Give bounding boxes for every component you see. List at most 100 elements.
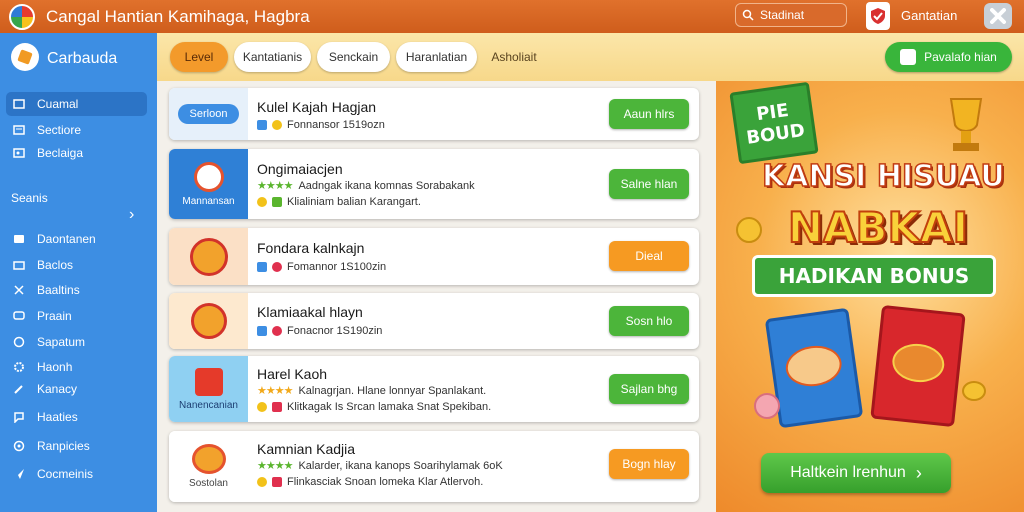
badge-icon [190,303,227,339]
card-thumbnail: Mannansan [169,149,248,219]
card-action-button[interactable]: Sosn hlo [609,306,689,336]
sidebar-item-haonh[interactable]: Haonh [6,355,147,379]
card-action-button[interactable]: Bogn hlay [609,449,689,479]
card-action-button[interactable]: Aaun hlrs [609,99,689,129]
card-meta: Fonnansor 1519ozn [257,119,385,131]
badge-icon [193,161,224,192]
sidebar-item-daontanen[interactable]: Daontanen [6,227,147,251]
tag-icon [272,477,282,487]
sidebar-item-baclos[interactable]: Baclos [6,253,147,277]
box-icon [13,336,25,348]
sidebar-section-label: Seanis [11,191,48,205]
card-action-button[interactable]: Sajlan bhg [609,374,689,404]
snack-bag-icon [870,304,966,428]
promo-cta-button[interactable]: Haltkein lrenhun › [761,453,951,493]
search-input[interactable] [760,8,840,22]
sidebar-item-label: Kanacy [37,382,78,396]
card-meta-text: Kalarder, ikana kanops Soarihylamak 6oK [298,459,503,472]
promo-top-label: Pavalafo hian [924,50,997,64]
thumb-pill: Serloon [177,104,240,124]
card-meta-text: Fomannor 1S100zin [287,261,387,273]
filter-chip-senckain[interactable]: Senckain [317,42,390,72]
sidebar-item-cuamal[interactable]: Cuamal [6,92,147,116]
card-thumbnail [169,293,248,349]
card-thumbnail [169,228,248,285]
sidebar-item-label: Haaties [37,410,78,424]
pencil-icon [14,385,23,394]
filter-link-asholiait[interactable]: Asholiait [483,42,545,72]
tools-icon [14,285,24,295]
card-icon [14,235,24,243]
card-meta-text: Kalnagrjan. Hlane lonnyar Spanlakant. [298,384,487,397]
filter-chip-kantatianis[interactable]: Kantatianis [234,42,311,72]
card-meta-2: Klialiniam balian Karangart. [257,196,421,208]
sidebar-item-label: Baaltins [37,283,80,297]
promo-arch-text: KANSI HISUAU [761,158,1005,195]
sidebar-item-label: Praain [37,309,72,323]
chevron-right-icon: › [915,462,922,483]
card-thumbnail: Sostolan [169,431,248,502]
chat-bubble-icon [14,412,24,423]
list-card[interactable]: Fondara kalnkajn Fomannor 1S100zin Dieal [169,228,699,285]
list-card[interactable]: Mannansan Ongimaiacjen ★★★★ Aadngak ikan… [169,149,699,219]
list-card[interactable]: Klamiaakal hlayn Fonacnor 1S190zin Sosn … [169,293,699,349]
sidebar-item-label: Cocmeinis [37,467,94,481]
search-box[interactable] [735,3,847,27]
sidebar-item-label: Sectiore [37,123,82,137]
sidebar-header: Carbauda [0,33,157,85]
promo-panel[interactable]: PIE BOUD KANSI HISUAU NABKAI HADIKAN BON… [716,81,1024,512]
search-icon [742,9,754,21]
promo-board: PIE BOUD [729,81,819,165]
sidebar-item-baaltins[interactable]: Baaltins [6,278,147,302]
sidebar-item-label: Ranpicies [37,439,90,453]
sidebar-item-beclaiga[interactable]: Beclaiga [6,141,147,165]
promo-cta-label: Haltkein lrenhun [790,464,906,481]
promo-top-button[interactable]: Pavalafo hian [885,42,1012,72]
card-action-button[interactable]: Salne hlan [609,169,689,199]
sidebar-item-label: Daontanen [37,232,96,246]
sidebar-item-label: Sapatum [37,335,86,349]
shield-icon[interactable] [866,2,890,30]
gear-icon [14,362,24,372]
sidebar-item-label: Haonh [37,360,73,374]
chevron-right-icon[interactable]: › [129,206,134,224]
check-shield-icon [871,8,885,24]
star-icon [272,120,282,130]
sidebar-item-kanacy[interactable]: Kanacy [6,377,147,401]
sidebar-item-label: Beclaiga [37,146,84,160]
user-label[interactable]: Gantatian [901,8,957,23]
candy-icon [754,393,780,419]
heart-icon [272,262,282,272]
app-logo-icon[interactable] [9,4,35,30]
card-meta: Fomannor 1S100zin [257,261,386,273]
sidebar-item-haaties[interactable]: Haaties [6,405,147,429]
coin-icon [257,402,267,412]
list-card[interactable]: Nanencanian Harel Kaoh ★★★★ Kalnagrjan. … [169,356,699,422]
list-card[interactable]: Sostolan Kamnian Kadjia ★★★★ Kalarder, i… [169,431,699,502]
close-icon [990,8,1006,24]
grid-icon [257,326,267,336]
sidebar-item-ranpicies[interactable]: Ranpicies [6,434,147,458]
trophy-icon [191,444,226,474]
filter-chip-level[interactable]: Level [170,42,228,72]
trophy-icon [949,98,983,151]
coin-icon [962,381,986,401]
thumb-label: Sostolan [189,478,228,489]
settings-icon [13,440,25,452]
sidebar-item-sectiore[interactable]: Sectiore [6,118,147,142]
sidebar-item-cocmeinis[interactable]: Cocmeinis [6,462,147,486]
sidebar-item-sapatum[interactable]: Sapatum [6,330,147,354]
sidebar-item-praain[interactable]: Praain [6,304,147,328]
list-card[interactable]: Serloon Kulel Kajah Hagjan Fonnansor 151… [169,88,699,140]
folder-icon [13,261,25,270]
filter-chip-haranlatian[interactable]: Haranlatian [396,42,477,72]
sidebar-item-label: Baclos [37,258,74,272]
card-action-button[interactable]: Dieal [609,241,689,271]
window-icon [13,99,25,109]
close-button[interactable] [984,3,1012,29]
coin-icon [257,477,267,487]
tag-icon [272,402,282,412]
card-title: Kulel Kajah Hagjan [257,99,377,115]
card-meta-2: Flinkasciak Snoan lomeka Klar Atlervoh. [257,476,483,488]
gift-icon [900,49,917,65]
